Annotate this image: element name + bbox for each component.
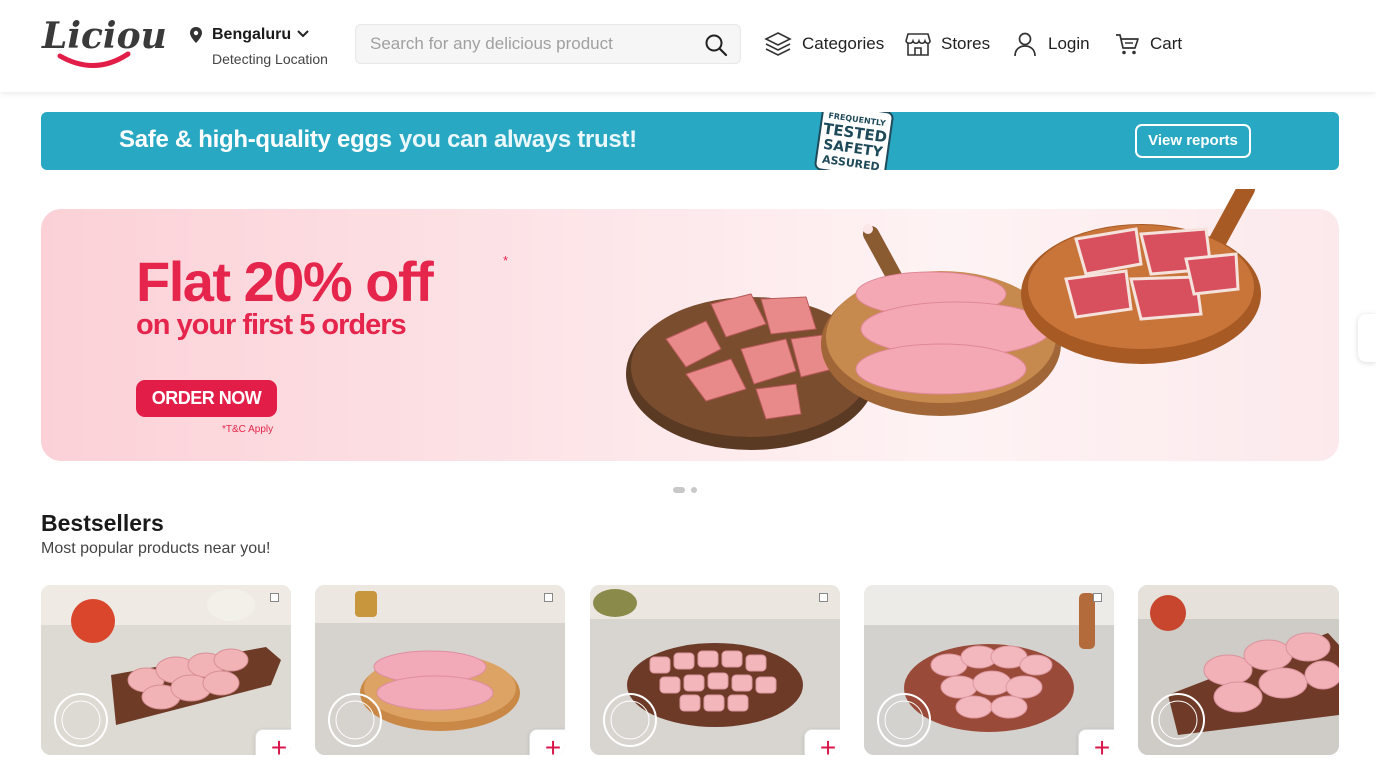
carousel-next-tab[interactable] (1358, 314, 1376, 362)
nav-cart-label: Cart (1150, 34, 1183, 53)
nav-login[interactable]: Login (1012, 26, 1090, 62)
bestsellers-title: Bestsellers (41, 510, 164, 536)
nav-stores[interactable]: Stores (905, 26, 990, 62)
nav-stores-label: Stores (941, 34, 991, 53)
hero-subline: on your first 5 orders (136, 309, 407, 341)
product-image (590, 585, 840, 755)
product-image (1138, 585, 1339, 755)
bestsellers-subtitle: Most popular products near you! (41, 540, 271, 557)
carousel-dot[interactable] (691, 487, 697, 493)
ad-marker-icon (270, 593, 279, 602)
view-reports-button[interactable]: View reports (1135, 124, 1251, 158)
user-icon (1014, 32, 1036, 57)
meat-platters-illustration (626, 189, 1261, 450)
order-now-button[interactable]: ORDER NOW (136, 380, 277, 417)
add-to-cart-button[interactable]: + (804, 729, 840, 755)
chevron-down-icon[interactable] (296, 28, 310, 40)
nav-cart[interactable]: Cart (1114, 26, 1182, 62)
terms-note: *T&C Apply (222, 424, 274, 435)
licious-logo[interactable]: Licious (40, 14, 166, 72)
eggs-banner-headline: Safe & high-quality eggs (119, 126, 392, 153)
location-pin-icon (190, 27, 202, 43)
store-icon (905, 33, 931, 56)
product-card[interactable]: + (315, 585, 565, 755)
hero-asterisk: * (503, 253, 509, 268)
cart-icon (1116, 34, 1139, 55)
product-image (315, 585, 565, 755)
add-to-cart-button[interactable]: + (255, 729, 291, 755)
product-image (864, 585, 1114, 755)
add-to-cart-button[interactable]: + (1078, 729, 1114, 755)
search-icon[interactable] (704, 33, 728, 57)
ad-marker-icon (1093, 593, 1102, 602)
nav-login-label: Login (1048, 34, 1090, 53)
safety-assured-badge: FREQUENTLY TESTED SAFETY ASSURED (814, 112, 894, 170)
add-to-cart-button[interactable]: + (529, 729, 565, 755)
nav-categories[interactable]: Categories (764, 26, 884, 62)
product-card[interactable]: + (41, 585, 291, 755)
top-header: Licious Bengaluru Detecting Location Cat… (0, 0, 1376, 92)
hero-headline: Flat 20% off (136, 250, 434, 313)
product-image (41, 585, 291, 755)
location-city: Bengaluru (212, 26, 292, 43)
svg-text:Licious: Licious (41, 15, 166, 57)
search-bar[interactable] (355, 24, 741, 64)
search-input[interactable] (356, 25, 696, 63)
nav-categories-label: Categories (802, 34, 885, 53)
ad-marker-icon (819, 593, 828, 602)
eggs-banner-tagline: you can always trust! (399, 126, 637, 153)
product-card[interactable]: + (590, 585, 840, 755)
eggs-safety-banner[interactable]: Safe & high-quality eggs you can always … (41, 112, 1339, 170)
hero-offer-banner[interactable]: Flat 20% off * on your first 5 orders OR… (41, 189, 1339, 461)
carousel-dot-active[interactable] (673, 487, 685, 493)
product-card[interactable] (1138, 585, 1339, 755)
location-status: Detecting Location (212, 51, 328, 67)
product-card[interactable]: + (864, 585, 1114, 755)
carousel-indicator (673, 487, 697, 493)
ad-marker-icon (544, 593, 553, 602)
layers-icon (764, 32, 792, 56)
